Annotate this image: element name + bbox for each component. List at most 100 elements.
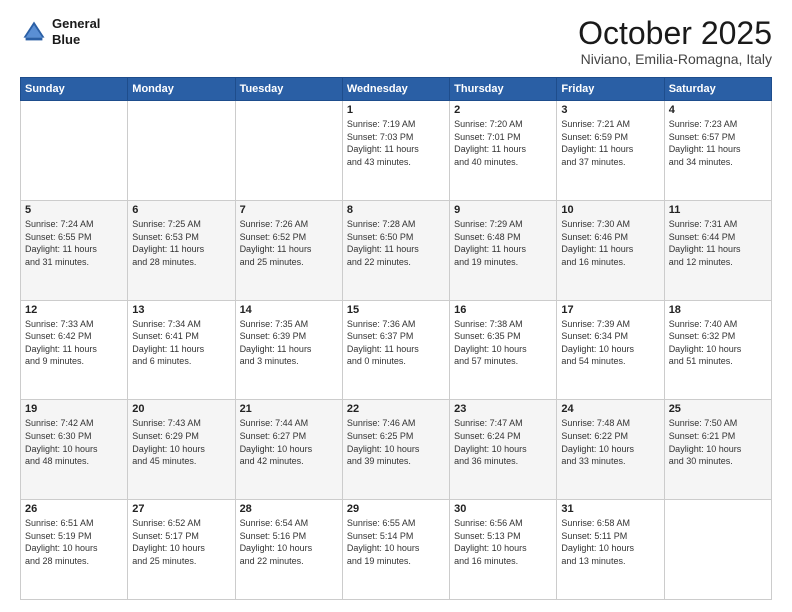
day-cell: 10 Sunrise: 7:30 AM Sunset: 6:46 PM Dayli… — [557, 200, 664, 300]
day-number: 11 — [669, 204, 767, 216]
col-thursday: Thursday — [450, 78, 557, 101]
day-cell: 21 Sunrise: 7:44 AM Sunset: 6:27 PM Dayli… — [235, 400, 342, 500]
day-number: 31 — [561, 503, 659, 515]
day-cell: 12 Sunrise: 7:33 AM Sunset: 6:42 PM Dayli… — [21, 300, 128, 400]
day-cell: 18 Sunrise: 7:40 AM Sunset: 6:32 PM Dayli… — [664, 300, 771, 400]
day-number: 3 — [561, 104, 659, 116]
day-info: Sunrise: 7:26 AM Sunset: 6:52 PM Dayligh… — [240, 218, 338, 268]
day-cell: 9 Sunrise: 7:29 AM Sunset: 6:48 PM Daylig… — [450, 200, 557, 300]
week-row-4: 26Sunrise: 6:51 AM Sunset: 5:19 PM Dayli… — [21, 500, 772, 600]
col-wednesday: Wednesday — [342, 78, 449, 101]
day-info: Sunrise: 6:58 AM Sunset: 5:11 PM Dayligh… — [561, 517, 659, 567]
calendar-subtitle: Niviano, Emilia-Romagna, Italy — [578, 51, 772, 67]
day-info: Sunrise: 7:29 AM Sunset: 6:48 PM Dayligh… — [454, 218, 552, 268]
day-info: Sunrise: 6:55 AM Sunset: 5:14 PM Dayligh… — [347, 517, 445, 567]
day-number: 4 — [669, 104, 767, 116]
day-info: Sunrise: 7:40 AM Sunset: 6:32 PM Dayligh… — [669, 318, 767, 368]
day-cell: 5Sunrise: 7:24 AM Sunset: 6:55 PM Daylig… — [21, 200, 128, 300]
day-number: 23 — [454, 403, 552, 415]
day-cell: 27Sunrise: 6:52 AM Sunset: 5:17 PM Dayli… — [128, 500, 235, 600]
day-number: 18 — [669, 304, 767, 316]
day-number: 10 — [561, 204, 659, 216]
day-number: 21 — [240, 403, 338, 415]
day-info: Sunrise: 6:54 AM Sunset: 5:16 PM Dayligh… — [240, 517, 338, 567]
day-info: Sunrise: 7:46 AM Sunset: 6:25 PM Dayligh… — [347, 417, 445, 467]
day-number: 16 — [454, 304, 552, 316]
day-info: Sunrise: 7:35 AM Sunset: 6:39 PM Dayligh… — [240, 318, 338, 368]
day-number: 9 — [454, 204, 552, 216]
day-cell: 16Sunrise: 7:38 AM Sunset: 6:35 PM Dayli… — [450, 300, 557, 400]
day-info: Sunrise: 6:51 AM Sunset: 5:19 PM Dayligh… — [25, 517, 123, 567]
day-number: 1 — [347, 104, 445, 116]
week-row-2: 12 Sunrise: 7:33 AM Sunset: 6:42 PM Dayli… — [21, 300, 772, 400]
day-cell: 3 Sunrise: 7:21 AM Sunset: 6:59 PM Daylig… — [557, 101, 664, 201]
day-number: 14 — [240, 304, 338, 316]
day-info: Sunrise: 7:33 AM Sunset: 6:42 PM Dayligh… — [25, 318, 123, 368]
day-cell: 26Sunrise: 6:51 AM Sunset: 5:19 PM Dayli… — [21, 500, 128, 600]
day-number: 8 — [347, 204, 445, 216]
day-cell: 11 Sunrise: 7:31 AM Sunset: 6:44 PM Dayli… — [664, 200, 771, 300]
day-info: Sunrise: 7:47 AM Sunset: 6:24 PM Dayligh… — [454, 417, 552, 467]
header-row: Sunday Monday Tuesday Wednesday Thursday… — [21, 78, 772, 101]
day-info: Sunrise: 6:56 AM Sunset: 5:13 PM Dayligh… — [454, 517, 552, 567]
day-cell: 23 Sunrise: 7:47 AM Sunset: 6:24 PM Dayli… — [450, 400, 557, 500]
day-info: Sunrise: 7:30 AM Sunset: 6:46 PM Dayligh… — [561, 218, 659, 268]
day-info: Sunrise: 7:50 AM Sunset: 6:21 PM Dayligh… — [669, 417, 767, 467]
day-info: Sunrise: 6:52 AM Sunset: 5:17 PM Dayligh… — [132, 517, 230, 567]
day-info: Sunrise: 7:19 AM Sunset: 7:03 PM Dayligh… — [347, 118, 445, 168]
col-friday: Friday — [557, 78, 664, 101]
logo-line2: Blue — [52, 32, 100, 48]
calendar-header: Sunday Monday Tuesday Wednesday Thursday… — [21, 78, 772, 101]
logo-icon — [20, 18, 48, 46]
day-info: Sunrise: 7:44 AM Sunset: 6:27 PM Dayligh… — [240, 417, 338, 467]
day-number: 15 — [347, 304, 445, 316]
day-number: 19 — [25, 403, 123, 415]
day-cell: 13Sunrise: 7:34 AM Sunset: 6:41 PM Dayli… — [128, 300, 235, 400]
day-info: Sunrise: 7:36 AM Sunset: 6:37 PM Dayligh… — [347, 318, 445, 368]
week-row-1: 5Sunrise: 7:24 AM Sunset: 6:55 PM Daylig… — [21, 200, 772, 300]
logo-line1: General — [52, 16, 100, 32]
day-cell: 31 Sunrise: 6:58 AM Sunset: 5:11 PM Dayli… — [557, 500, 664, 600]
day-number: 6 — [132, 204, 230, 216]
day-info: Sunrise: 7:21 AM Sunset: 6:59 PM Dayligh… — [561, 118, 659, 168]
day-cell: 28 Sunrise: 6:54 AM Sunset: 5:16 PM Dayli… — [235, 500, 342, 600]
day-info: Sunrise: 7:31 AM Sunset: 6:44 PM Dayligh… — [669, 218, 767, 268]
day-info: Sunrise: 7:34 AM Sunset: 6:41 PM Dayligh… — [132, 318, 230, 368]
day-number: 25 — [669, 403, 767, 415]
day-number: 28 — [240, 503, 338, 515]
day-info: Sunrise: 7:24 AM Sunset: 6:55 PM Dayligh… — [25, 218, 123, 268]
day-number: 29 — [347, 503, 445, 515]
day-cell: 1 Sunrise: 7:19 AM Sunset: 7:03 PM Daylig… — [342, 101, 449, 201]
day-number: 22 — [347, 403, 445, 415]
day-info: Sunrise: 7:25 AM Sunset: 6:53 PM Dayligh… — [132, 218, 230, 268]
day-cell: 19Sunrise: 7:42 AM Sunset: 6:30 PM Dayli… — [21, 400, 128, 500]
calendar-table: Sunday Monday Tuesday Wednesday Thursday… — [20, 77, 772, 600]
day-info: Sunrise: 7:23 AM Sunset: 6:57 PM Dayligh… — [669, 118, 767, 168]
day-cell: 6 Sunrise: 7:25 AM Sunset: 6:53 PM Daylig… — [128, 200, 235, 300]
day-number: 12 — [25, 304, 123, 316]
calendar-body: 1 Sunrise: 7:19 AM Sunset: 7:03 PM Daylig… — [21, 101, 772, 600]
day-number: 20 — [132, 403, 230, 415]
day-cell: 20 Sunrise: 7:43 AM Sunset: 6:29 PM Dayli… — [128, 400, 235, 500]
day-cell: 7Sunrise: 7:26 AM Sunset: 6:52 PM Daylig… — [235, 200, 342, 300]
day-cell: 25 Sunrise: 7:50 AM Sunset: 6:21 PM Dayli… — [664, 400, 771, 500]
day-info: Sunrise: 7:43 AM Sunset: 6:29 PM Dayligh… — [132, 417, 230, 467]
week-row-3: 19Sunrise: 7:42 AM Sunset: 6:30 PM Dayli… — [21, 400, 772, 500]
day-number: 30 — [454, 503, 552, 515]
day-cell: 8 Sunrise: 7:28 AM Sunset: 6:50 PM Daylig… — [342, 200, 449, 300]
day-cell: 4 Sunrise: 7:23 AM Sunset: 6:57 PM Daylig… — [664, 101, 771, 201]
day-cell: 22 Sunrise: 7:46 AM Sunset: 6:25 PM Dayli… — [342, 400, 449, 500]
calendar-title: October 2025 — [578, 16, 772, 51]
day-cell: 29 Sunrise: 6:55 AM Sunset: 5:14 PM Dayli… — [342, 500, 449, 600]
day-number: 2 — [454, 104, 552, 116]
day-number: 17 — [561, 304, 659, 316]
day-cell — [664, 500, 771, 600]
day-info: Sunrise: 7:28 AM Sunset: 6:50 PM Dayligh… — [347, 218, 445, 268]
day-info: Sunrise: 7:20 AM Sunset: 7:01 PM Dayligh… — [454, 118, 552, 168]
logo-text: General Blue — [52, 16, 100, 47]
col-saturday: Saturday — [664, 78, 771, 101]
title-block: October 2025 Niviano, Emilia-Romagna, It… — [578, 16, 772, 67]
day-cell — [128, 101, 235, 201]
day-info: Sunrise: 7:39 AM Sunset: 6:34 PM Dayligh… — [561, 318, 659, 368]
col-sunday: Sunday — [21, 78, 128, 101]
